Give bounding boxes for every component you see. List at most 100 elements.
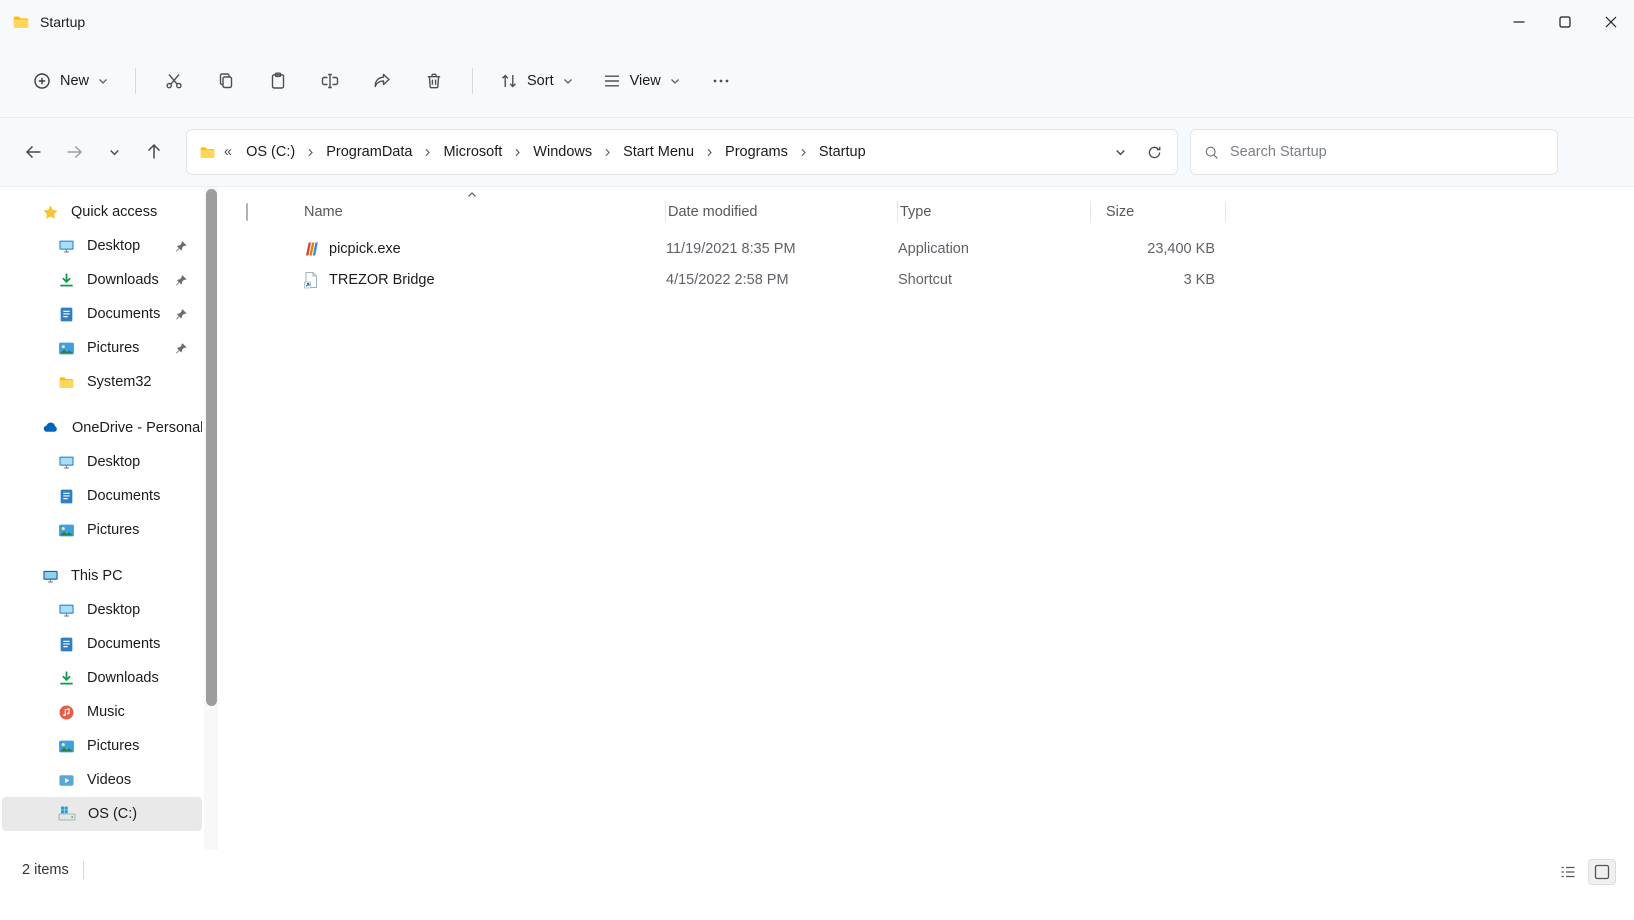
details-view-button[interactable]: [1554, 859, 1582, 885]
new-button[interactable]: New: [20, 62, 121, 100]
column-header-name[interactable]: Name: [280, 201, 666, 223]
column-header-size[interactable]: Size: [1091, 201, 1226, 223]
chevron-right-icon: [303, 147, 318, 158]
search-input[interactable]: [1230, 144, 1545, 160]
breadcrumb-collapsed-indicator[interactable]: «: [216, 144, 238, 160]
delete-button[interactable]: [410, 61, 458, 101]
sidebar-item-label: System32: [87, 374, 202, 390]
breadcrumb-microsoft[interactable]: Microsoft: [435, 138, 510, 166]
sidebar-item-documents-quick[interactable]: Documents: [2, 297, 202, 331]
breadcrumb-programdata[interactable]: ProgramData: [318, 138, 420, 166]
sidebar-item-system32[interactable]: System32: [2, 365, 202, 399]
breadcrumb-os-c[interactable]: OS (C:): [238, 138, 303, 166]
pin-icon: [175, 240, 188, 253]
sidebar-item-documents-onedrive[interactable]: Documents: [2, 479, 202, 513]
recent-locations-button[interactable]: [94, 132, 134, 172]
column-header-date-modified[interactable]: Date modified: [666, 201, 898, 223]
scrollbar-thumb[interactable]: [206, 189, 217, 706]
maximize-button[interactable]: [1542, 0, 1588, 44]
up-button[interactable]: [134, 132, 174, 172]
sidebar-item-onedrive[interactable]: OneDrive - Personal: [2, 411, 202, 445]
navigation-pane: Quick access Desktop Downloads Documents…: [0, 187, 204, 850]
view-button[interactable]: View: [590, 62, 693, 100]
share-button[interactable]: [358, 61, 406, 101]
breadcrumb-programs[interactable]: Programs: [717, 138, 796, 166]
file-type: Application: [898, 241, 1091, 257]
chevron-right-icon: [600, 147, 615, 158]
sidebar-section-gap: [0, 399, 204, 411]
status-bar: 2 items: [0, 850, 1634, 920]
status-divider: [83, 861, 84, 879]
sidebar-item-downloads-pc[interactable]: Downloads: [2, 661, 202, 695]
titlebar: Startup: [0, 0, 1634, 44]
folder-icon: [199, 144, 216, 161]
address-dropdown-button[interactable]: [1103, 135, 1137, 169]
sidebar-item-label: This PC: [71, 568, 202, 584]
toolbar-divider: [472, 68, 473, 94]
chevron-right-icon: [796, 147, 811, 158]
sidebar-item-label: Documents: [87, 636, 202, 652]
file-explorer-window: Startup New Sort View: [0, 0, 1634, 920]
column-header-type[interactable]: Type: [898, 201, 1091, 223]
sidebar-item-label: Documents: [87, 488, 202, 504]
rename-button[interactable]: [306, 61, 354, 101]
folder-icon: [58, 374, 75, 391]
window-controls: [1496, 0, 1634, 44]
sidebar-item-downloads-quick[interactable]: Downloads: [2, 263, 202, 297]
new-button-label: New: [60, 73, 89, 89]
sidebar-item-pictures-pc[interactable]: Pictures: [2, 729, 202, 763]
desktop-icon: [58, 238, 75, 255]
sidebar-item-videos[interactable]: Videos: [2, 763, 202, 797]
sidebar-item-pictures-onedrive[interactable]: Pictures: [2, 513, 202, 547]
breadcrumb-startup[interactable]: Startup: [811, 138, 874, 166]
large-icons-view-button[interactable]: [1588, 859, 1616, 885]
sidebar-item-quick-access[interactable]: Quick access: [2, 195, 202, 229]
close-button[interactable]: [1588, 0, 1634, 44]
breadcrumb-start-menu[interactable]: Start Menu: [615, 138, 702, 166]
minimize-button[interactable]: [1496, 0, 1542, 44]
sidebar-item-label: Documents: [87, 306, 163, 322]
sidebar-item-music[interactable]: Music: [2, 695, 202, 729]
copy-button[interactable]: [202, 61, 250, 101]
pin-icon: [175, 342, 188, 355]
sidebar-item-label: Quick access: [71, 204, 202, 220]
cut-button[interactable]: [150, 61, 198, 101]
sidebar-item-desktop-pc[interactable]: Desktop: [2, 593, 202, 627]
search-box: [1190, 129, 1558, 175]
back-button[interactable]: [14, 132, 54, 172]
downloads-icon: [58, 670, 75, 687]
sidebar-item-label: Downloads: [87, 670, 202, 686]
file-row[interactable]: TREZOR Bridge 4/15/2022 2:58 PM Shortcut…: [244, 264, 1634, 295]
sidebar-item-label: Pictures: [87, 340, 163, 356]
sort-button[interactable]: Sort: [487, 62, 586, 100]
toolbar-divider: [135, 68, 136, 94]
forward-button[interactable]: [54, 132, 94, 172]
sidebar-item-desktop-onedrive[interactable]: Desktop: [2, 445, 202, 479]
command-toolbar: New Sort View: [0, 44, 1634, 118]
ellipsis-icon: [711, 71, 731, 91]
pictures-icon: [58, 738, 75, 755]
sidebar-item-desktop-quick[interactable]: Desktop: [2, 229, 202, 263]
sidebar-scrollbar[interactable]: [204, 187, 218, 850]
documents-icon: [58, 488, 75, 505]
folder-icon: [12, 13, 30, 31]
sort-ascending-icon: [466, 189, 478, 201]
documents-icon: [58, 306, 75, 323]
more-options-button[interactable]: [697, 61, 745, 101]
sidebar-item-label: Videos: [87, 772, 202, 788]
sidebar-item-label: Music: [87, 704, 202, 720]
select-all-checkbox[interactable]: [246, 203, 248, 221]
sidebar-item-this-pc[interactable]: This PC: [2, 559, 202, 593]
refresh-button[interactable]: [1137, 135, 1171, 169]
sidebar-item-documents-pc[interactable]: Documents: [2, 627, 202, 661]
navigation-bar: « OS (C:) ProgramData Microsoft Windows …: [0, 118, 1634, 186]
sidebar-item-pictures-quick[interactable]: Pictures: [2, 331, 202, 365]
address-bar[interactable]: « OS (C:) ProgramData Microsoft Windows …: [186, 129, 1178, 175]
file-row[interactable]: picpick.exe 11/19/2021 8:35 PM Applicati…: [244, 233, 1634, 264]
breadcrumb-windows[interactable]: Windows: [525, 138, 600, 166]
sidebar-item-os-c[interactable]: OS (C:): [2, 797, 202, 831]
computer-icon: [42, 568, 59, 585]
chevron-right-icon: [420, 147, 435, 158]
item-count: 2 items: [22, 859, 69, 878]
paste-button[interactable]: [254, 61, 302, 101]
